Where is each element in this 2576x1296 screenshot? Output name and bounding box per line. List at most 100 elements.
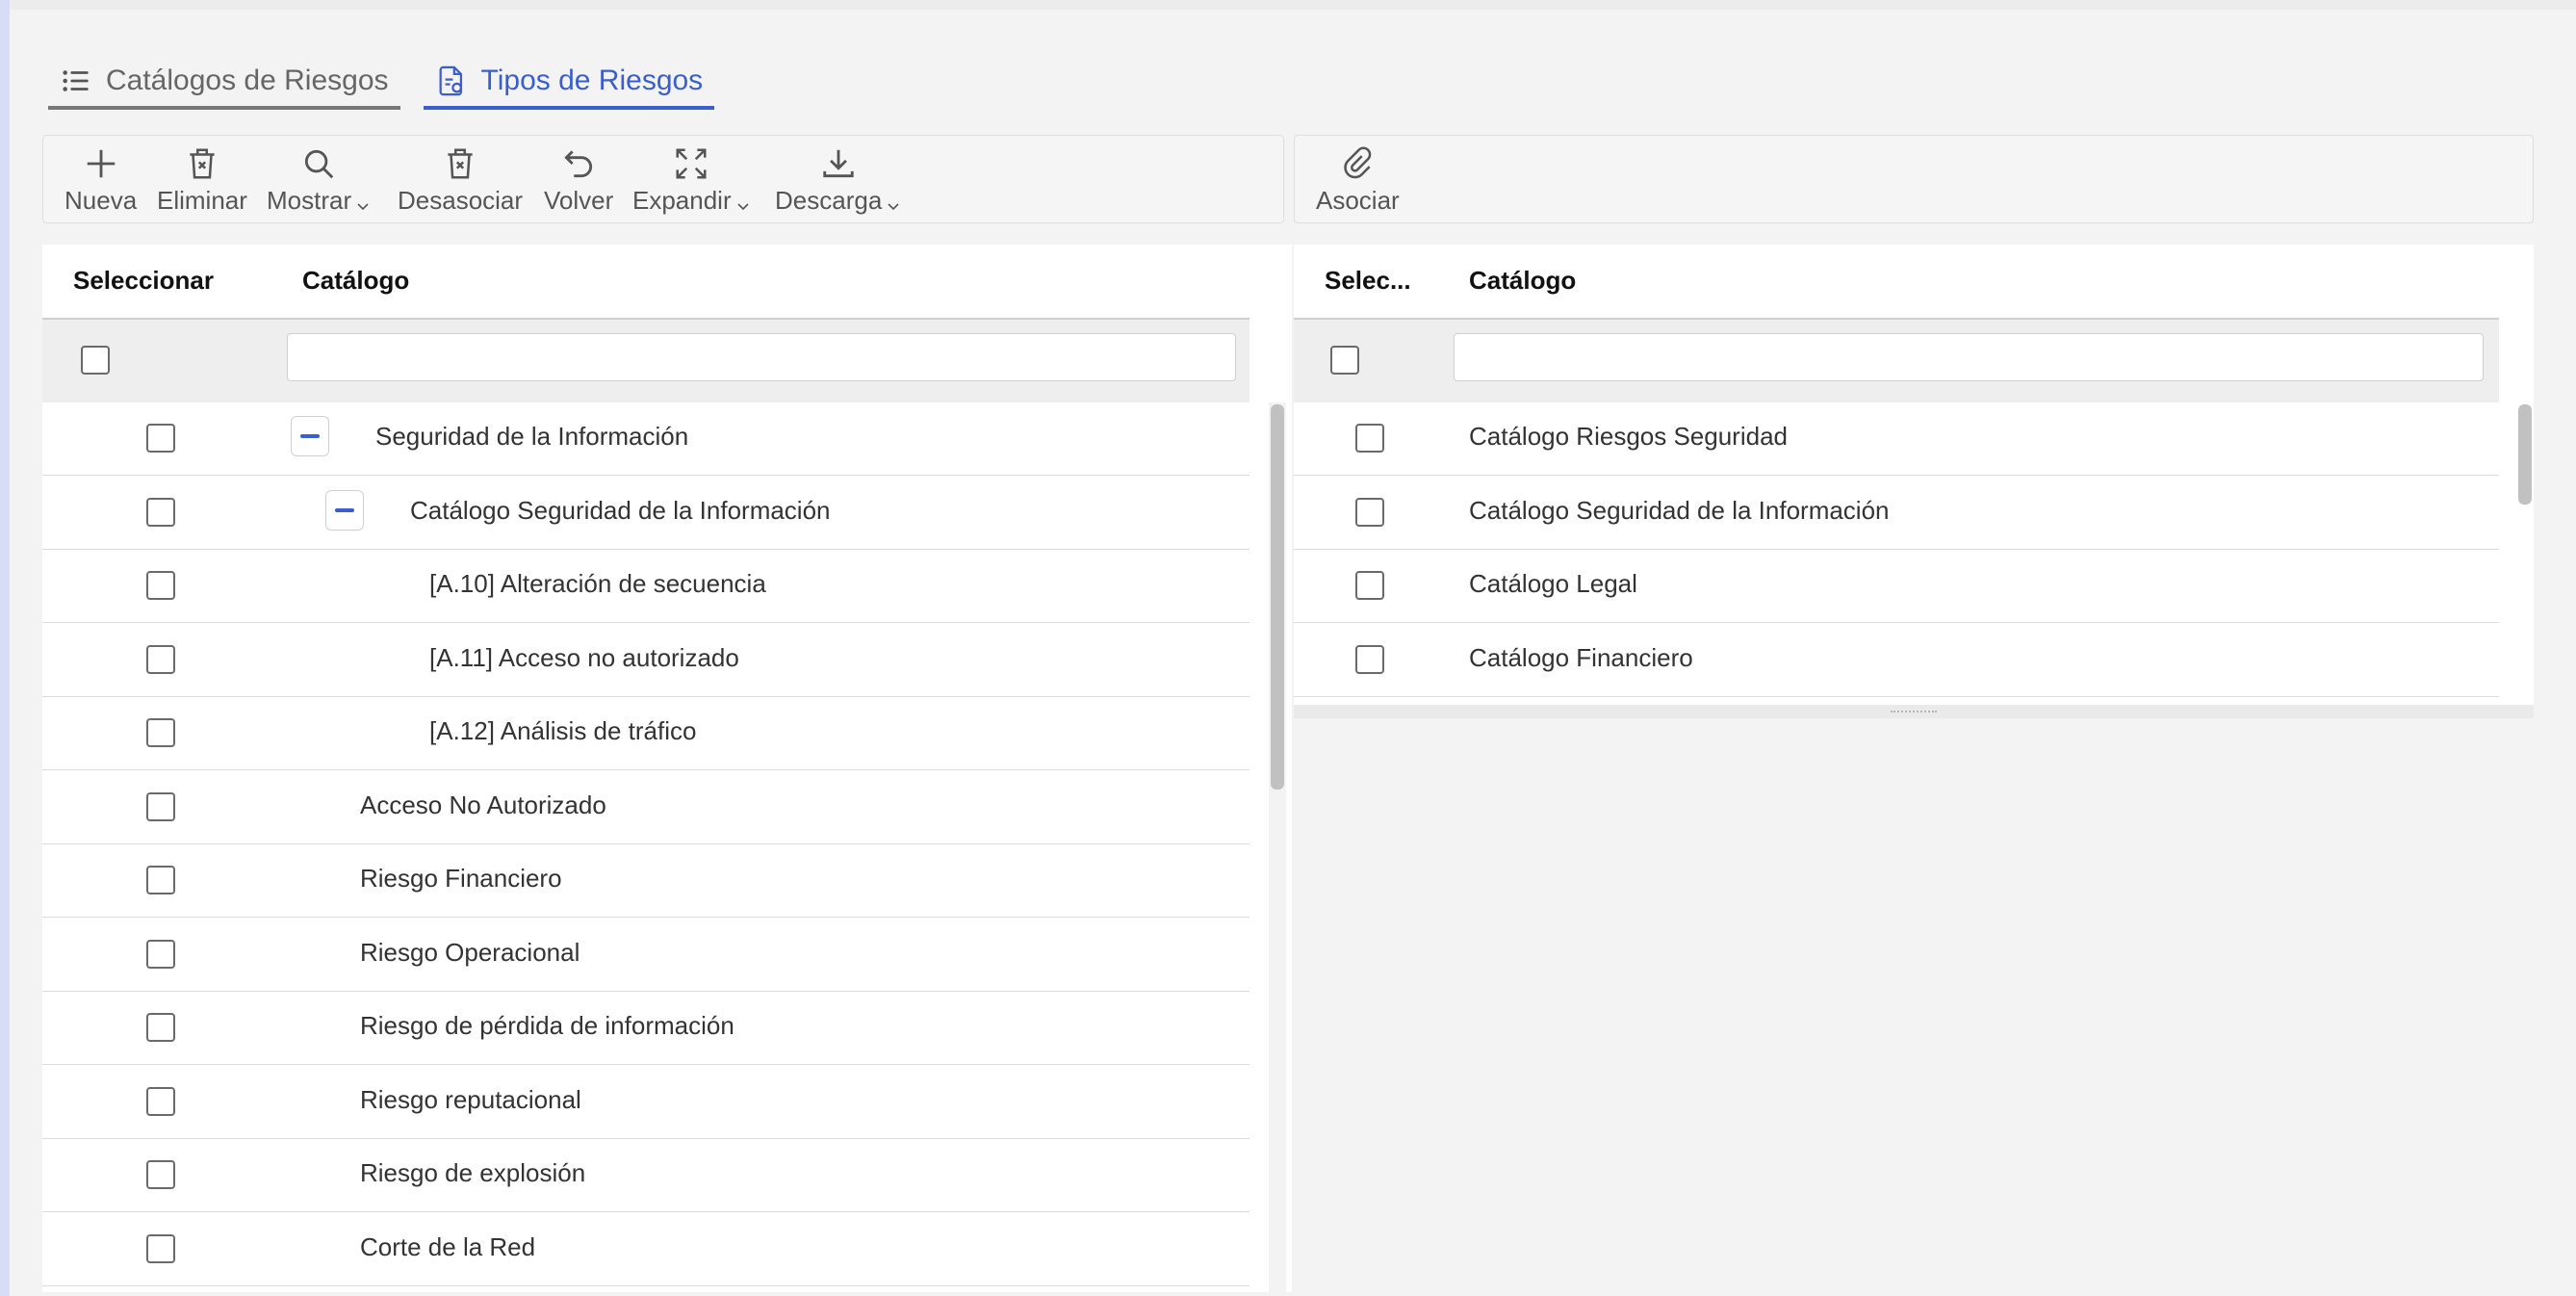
right-toolbar: Asociar <box>1294 135 2534 223</box>
table-row[interactable]: Seguridad de la Información <box>42 402 1249 476</box>
table-row[interactable]: Riesgo de explosión <box>42 1139 1249 1212</box>
download-icon <box>822 149 854 178</box>
table-header: Seleccionar Catálogo <box>42 245 1249 320</box>
document-settings-icon <box>439 65 462 96</box>
row-checkbox[interactable] <box>146 939 175 969</box>
row-label: Riesgo Financiero <box>360 864 562 893</box>
descarga-button[interactable]: Descarga <box>775 136 901 224</box>
table-row[interactable]: Catálogo Riesgos Seguridad <box>1294 402 2499 476</box>
select-all-checkbox[interactable] <box>81 346 110 375</box>
catalog-filter-input[interactable] <box>1454 333 2484 381</box>
table-row[interactable]: Acceso No Autorizado <box>42 770 1249 844</box>
desasociar-label: Desasociar <box>398 186 524 215</box>
right-table: Selec... Catálogo Catálogo Riesgos Segur… <box>1294 245 2534 707</box>
table-row[interactable]: Riesgo Operacional <box>42 918 1249 992</box>
row-label: Riesgo Operacional <box>360 937 580 967</box>
mostrar-button[interactable]: Mostrar <box>267 136 371 224</box>
row-checkbox[interactable] <box>146 497 175 527</box>
table-row[interactable]: Catálogo Legal <box>1294 550 2499 623</box>
filter-row <box>42 320 1249 402</box>
row-label: Catálogo Seguridad de la Información <box>410 495 831 525</box>
row-checkbox[interactable] <box>1355 424 1384 453</box>
tab-catalogos-de-riesgos[interactable]: Catálogos de Riesgos <box>48 56 400 110</box>
table-row[interactable]: Riesgo Financiero <box>42 844 1249 918</box>
row-checkbox[interactable] <box>146 571 175 600</box>
table-row[interactable]: Catálogo Seguridad de la Información <box>42 476 1249 550</box>
collapse-toggle-button[interactable] <box>325 489 364 531</box>
table-header: Selec... Catálogo <box>1294 245 2499 320</box>
row-checkbox[interactable] <box>146 791 175 821</box>
table-row[interactable]: [A.12] Análisis de tráfico <box>42 697 1249 770</box>
search-icon <box>304 149 334 179</box>
catalog-filter-input[interactable] <box>287 333 1236 381</box>
row-checkbox[interactable] <box>146 866 175 894</box>
table-row[interactable]: Corte de la Red <box>42 1212 1249 1286</box>
tab-label: Tipos de Riesgos <box>480 65 704 96</box>
desasociar-button[interactable]: Desasociar <box>398 136 523 224</box>
collapse-toggle-button[interactable] <box>291 416 329 456</box>
top-bar <box>10 0 2576 10</box>
scrollbar-thumb[interactable] <box>1271 404 1284 790</box>
row-checkbox[interactable] <box>146 1233 175 1263</box>
column-header-catalog[interactable]: Catálogo <box>302 266 409 296</box>
asociar-button[interactable]: Asociar <box>1316 136 1400 224</box>
left-table: Seleccionar Catálogo Seguridad de la Inf… <box>42 245 1292 1292</box>
paperclip-icon <box>1344 146 1372 179</box>
volver-button[interactable]: Volver <box>544 136 613 224</box>
asociar-label: Asociar <box>1316 186 1400 215</box>
tab-label: Catálogos de Riesgos <box>106 65 389 96</box>
row-label: Catálogo Financiero <box>1469 642 1693 672</box>
row-checkbox[interactable] <box>146 1013 175 1042</box>
trash-x-icon <box>190 148 215 179</box>
left-toolbar: Nueva Eliminar Mostrar Desasociar Volver… <box>42 135 1284 223</box>
row-label: [A.11] Acceso no autorizado <box>429 642 739 672</box>
left-accent-strip <box>0 0 10 1296</box>
nueva-label: Nueva <box>64 186 138 215</box>
table-row[interactable]: Riesgo de pérdida de información <box>42 992 1249 1065</box>
table-row[interactable]: [A.11] Acceso no autorizado <box>42 623 1249 697</box>
row-checkbox[interactable] <box>146 424 175 453</box>
row-checkbox[interactable] <box>146 718 175 747</box>
chevron-down-icon <box>888 202 899 210</box>
list-icon <box>63 70 89 91</box>
row-checkbox[interactable] <box>146 1160 175 1189</box>
eliminar-label: Eliminar <box>157 186 247 215</box>
expandir-button[interactable]: Expandir <box>632 136 751 224</box>
table-row[interactable]: Catálogo Seguridad de la Información <box>1294 476 2499 550</box>
row-label: [A.10] Alteración de secuencia <box>429 569 766 598</box>
mostrar-label: Mostrar <box>267 186 371 216</box>
select-all-checkbox[interactable] <box>1330 346 1359 375</box>
resize-handle[interactable] <box>1294 705 2534 718</box>
row-checkbox[interactable] <box>1355 571 1384 600</box>
row-checkbox[interactable] <box>146 644 175 674</box>
row-checkbox[interactable] <box>1355 644 1384 674</box>
table-row[interactable]: [A.10] Alteración de secuencia <box>42 550 1249 623</box>
table-row[interactable]: Riesgo reputacional <box>42 1065 1249 1139</box>
tab-tipos-de-riesgos[interactable]: Tipos de Riesgos <box>423 56 715 110</box>
row-label: Catálogo Riesgos Seguridad <box>1469 422 1788 451</box>
plus-icon <box>87 149 115 178</box>
row-label: Seguridad de la Información <box>375 422 689 451</box>
volver-label: Volver <box>544 186 614 215</box>
chevron-down-icon <box>357 202 369 210</box>
descarga-text: Descarga <box>775 186 883 215</box>
expandir-label: Expandir <box>632 186 751 216</box>
eliminar-button[interactable]: Eliminar <box>157 136 247 224</box>
undo-icon <box>564 150 593 178</box>
scrollbar-thumb[interactable] <box>2518 404 2532 505</box>
row-label: [A.12] Análisis de tráfico <box>429 716 697 745</box>
nueva-button[interactable]: Nueva <box>64 136 137 224</box>
row-label: Acceso No Autorizado <box>360 790 606 819</box>
row-label: Riesgo de pérdida de información <box>360 1011 734 1040</box>
descarga-label: Descarga <box>775 186 901 216</box>
filter-row <box>1294 320 2499 402</box>
column-header-catalog[interactable]: Catálogo <box>1469 266 1576 296</box>
row-label: Catálogo Legal <box>1469 569 1637 598</box>
column-header-select[interactable]: Seleccionar <box>73 266 214 296</box>
column-header-select[interactable]: Selec... <box>1325 266 1411 296</box>
tab-bar: Catálogos de Riesgos Tipos de Riesgos <box>48 56 715 114</box>
row-label: Riesgo reputacional <box>360 1084 581 1114</box>
row-checkbox[interactable] <box>146 1086 175 1116</box>
table-row[interactable]: Catálogo Financiero <box>1294 623 2499 697</box>
row-checkbox[interactable] <box>1355 497 1384 527</box>
